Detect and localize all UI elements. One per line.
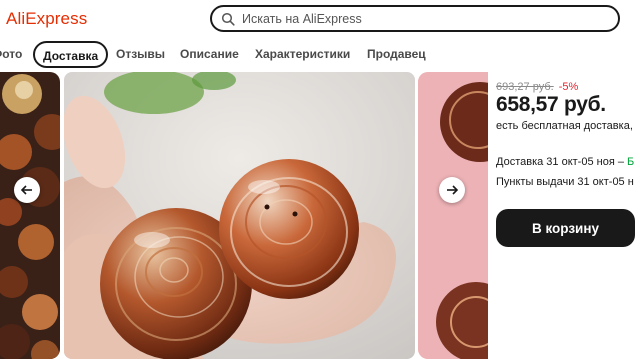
gallery-image-previous[interactable] (0, 72, 60, 359)
discount-badge: -5% (558, 81, 579, 93)
tab-photos[interactable]: Фото (0, 47, 22, 61)
product-gallery (0, 72, 488, 359)
purchase-panel: 693,27 руб. -5% 658,57 руб. есть бесплатн… (496, 72, 640, 359)
header: AliExpress (0, 0, 640, 40)
gallery-next-button[interactable] (439, 177, 465, 203)
arrow-right-icon (447, 185, 459, 195)
delivery-free-label: Б (627, 156, 635, 168)
tab-description[interactable]: Описание (180, 47, 239, 61)
gallery-image-next[interactable] (418, 72, 488, 359)
delivery-dates[interactable]: Доставка 31 окт-05 ноя – Б (496, 156, 634, 168)
free-shipping-note: есть бесплатная доставка, (496, 120, 633, 132)
pickup-points[interactable]: Пункты выдачи 31 окт-05 н (496, 176, 634, 188)
current-price: 658,57 руб. (496, 93, 606, 116)
aliexpress-logo[interactable]: AliExpress (6, 9, 87, 29)
old-price-row: 693,27 руб. -5% (496, 81, 578, 93)
search-icon[interactable] (221, 12, 235, 26)
tab-specifications[interactable]: Характеристики (255, 47, 350, 61)
main-product-photo[interactable] (64, 72, 415, 359)
arrow-left-icon (20, 185, 32, 195)
old-price: 693,27 руб. (496, 81, 554, 93)
tab-delivery[interactable]: Доставка (33, 41, 109, 68)
add-to-cart-button[interactable]: В корзину (496, 209, 635, 247)
delivery-label: Доставка 31 окт-05 ноя – (496, 156, 624, 168)
search-bar[interactable] (210, 5, 620, 32)
tab-reviews[interactable]: Отзывы (116, 47, 165, 61)
search-input[interactable] (242, 10, 602, 28)
tab-seller[interactable]: Продавец (367, 47, 426, 61)
product-tabs: Фото Доставка Отзывы Описание Характерис… (0, 40, 640, 70)
gallery-prev-button-overlay[interactable] (14, 177, 40, 203)
